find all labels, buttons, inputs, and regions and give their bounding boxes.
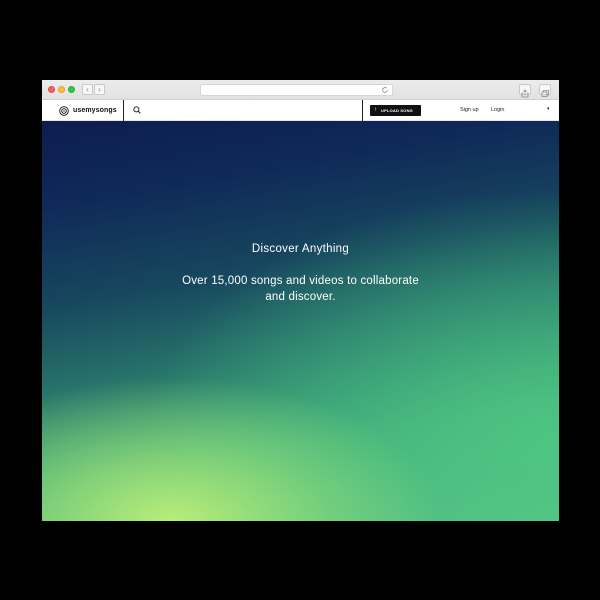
back-button[interactable]: ‹ xyxy=(82,84,93,95)
upload-song-label: UPLOAD SONG xyxy=(381,108,413,113)
header-divider xyxy=(362,100,363,121)
hero-title: Discover Anything xyxy=(251,243,350,255)
close-window-button[interactable] xyxy=(48,86,55,93)
address-bar[interactable] xyxy=(200,84,393,96)
hero-section: Discover Anything Over 15,000 songs and … xyxy=(42,121,559,521)
minimize-window-button[interactable] xyxy=(58,86,65,93)
reload-icon[interactable] xyxy=(381,86,389,94)
tabs-icon[interactable] xyxy=(539,84,551,97)
browser-toolbar: ‹ › xyxy=(42,80,559,100)
header-divider xyxy=(123,100,124,121)
browser-window: ‹ › usemysongs ↑ UPLOAD SONG Sign up Log… xyxy=(42,80,559,521)
upload-arrow-icon: ↑ xyxy=(374,107,377,113)
share-icon[interactable] xyxy=(519,84,531,98)
site-header: usemysongs ↑ UPLOAD SONG Sign up Login ▾ xyxy=(42,100,559,121)
maximize-window-button[interactable] xyxy=(68,86,75,93)
forward-button[interactable]: › xyxy=(94,84,105,95)
hero-subtitle: Over 15,000 songs and videos to collabor… xyxy=(182,275,419,303)
login-link[interactable]: Login xyxy=(491,107,504,113)
chevron-down-icon[interactable]: ▾ xyxy=(547,106,550,112)
logo-icon xyxy=(59,105,69,116)
logo[interactable]: usemysongs xyxy=(59,100,117,121)
upload-song-button[interactable]: ↑ UPLOAD SONG xyxy=(370,105,421,116)
search-icon[interactable] xyxy=(133,106,141,114)
logo-text: usemysongs xyxy=(73,107,117,114)
sign-up-link[interactable]: Sign up xyxy=(460,107,479,113)
